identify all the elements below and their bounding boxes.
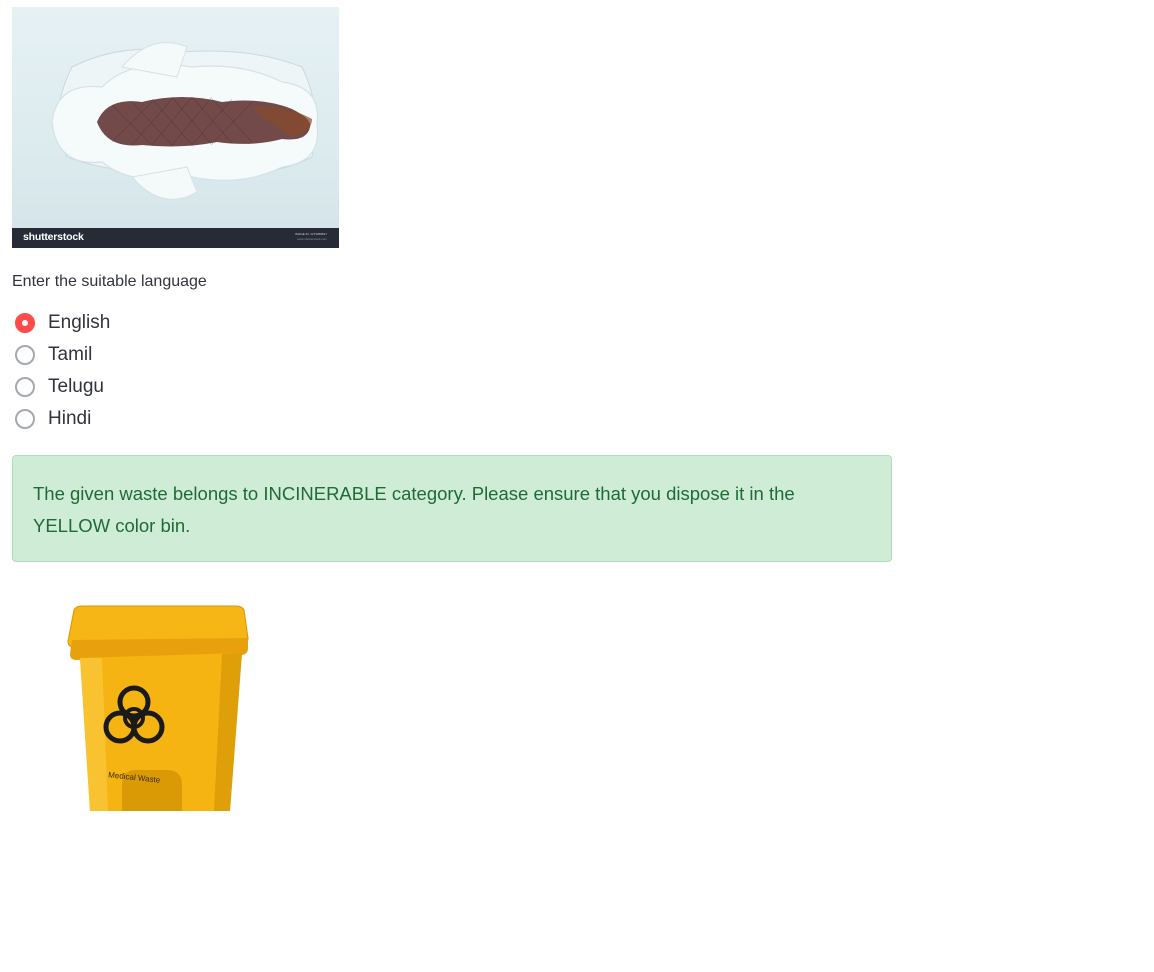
language-option-tamil[interactable]: Tamil [12,339,110,371]
watermark-logo: shutterstock [23,231,84,243]
watermark-bar: shutterstock IMAGE ID: 1273068817 www.sh… [12,228,339,248]
language-radio-label: Enter the suitable language [12,273,207,290]
yellow-bin-illustration: Medical Waste [67,605,249,811]
language-option-label: Telugu [48,376,104,397]
yellow-bin-image: Medical Waste [52,600,252,811]
language-radio-group: English Tamil Telugu Hindi [12,307,110,435]
language-option-telugu[interactable]: Telugu [12,371,110,403]
sanitary-pad-illustration [51,42,319,200]
language-option-label: Hindi [48,408,92,429]
success-message: The given waste belongs to INCINERABLE c… [33,483,795,536]
language-option-hindi[interactable]: Hindi [12,403,110,435]
success-alert: The given waste belongs to INCINERABLE c… [12,455,892,562]
uploaded-waste-image: shutterstock IMAGE ID: 1273068817 www.sh… [12,7,339,248]
language-option-english[interactable]: English [12,307,110,339]
language-option-label: English [48,312,111,333]
radio-unselected-icon[interactable] [15,409,35,429]
watermark-image-id: IMAGE ID: 1273068817 [295,232,327,236]
radio-unselected-icon[interactable] [15,377,35,397]
radio-unselected-icon[interactable] [15,345,35,365]
language-option-label: Tamil [48,344,93,365]
watermark-site: www.shutterstock.com [297,237,327,241]
radio-selected-icon[interactable] [15,313,35,333]
